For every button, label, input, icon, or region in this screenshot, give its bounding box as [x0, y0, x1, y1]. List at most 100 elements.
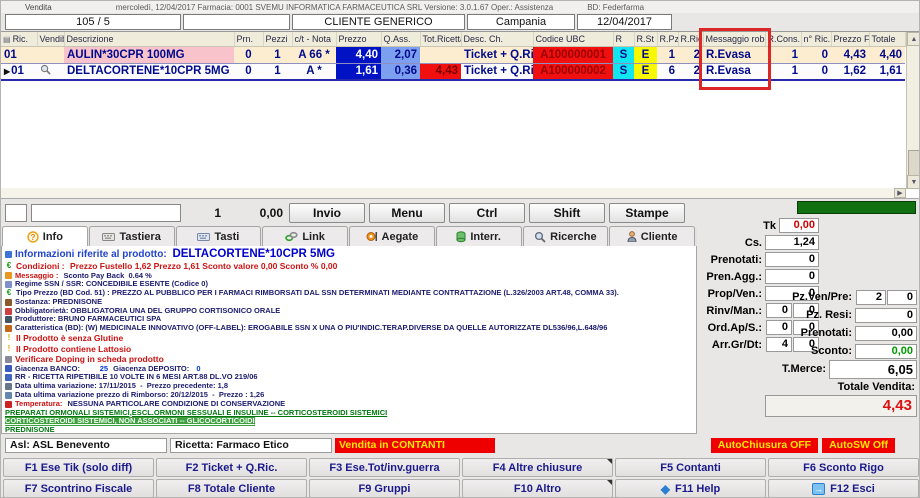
- f1-ese-tik-solo-diff-button[interactable]: F1 Ese Tik (solo diff): [3, 458, 154, 477]
- column-header-desc-ch[interactable]: Desc. Ch.: [461, 32, 533, 46]
- column-header-c-t-nota[interactable]: c/t - Nota: [292, 32, 336, 46]
- invio-button[interactable]: Invio: [289, 203, 365, 223]
- cell-vendibilit[interactable]: [37, 63, 64, 80]
- f11-help-button[interactable]: ◆F11 Help: [615, 479, 766, 498]
- cell-r[interactable]: S: [613, 46, 634, 63]
- f5-contanti-button[interactable]: F5 Contanti: [615, 458, 766, 477]
- cell-prezzo[interactable]: 1,61: [336, 63, 381, 80]
- column-header-prezzo-f[interactable]: Prezzo F.: [831, 32, 869, 46]
- f3-ese-tot-inv-guerra-button[interactable]: F3 Ese.Tot/inv.guerra: [309, 458, 460, 477]
- tab-interr[interactable]: Interr.: [436, 226, 522, 246]
- column-header-descrizione[interactable]: Descrizione: [64, 32, 234, 46]
- cell-prezzo-f[interactable]: 4,43: [831, 46, 869, 63]
- column-header-ric[interactable]: ▤Ric.: [1, 32, 37, 46]
- tab-aegate[interactable]: Aegate: [349, 226, 435, 246]
- cell-pezzi[interactable]: 1: [263, 46, 292, 63]
- cell-desc-ch[interactable]: Ticket + Q.Ric.: [461, 63, 533, 80]
- menu-button[interactable]: Menu: [369, 203, 445, 223]
- cell-messaggio-robot[interactable]: R.Evasa: [703, 63, 765, 80]
- cell-n-ric[interactable]: 0: [801, 46, 831, 63]
- cell-r-st[interactable]: E: [634, 63, 657, 80]
- f2-ticket-q-ric-button[interactable]: F2 Ticket + Q.Ric.: [156, 458, 307, 477]
- cell-r-rich[interactable]: 2: [678, 46, 703, 63]
- stampe-button[interactable]: Stampe: [609, 203, 685, 223]
- cell-totale[interactable]: 4,40: [869, 46, 905, 63]
- cell-prezzo[interactable]: 4,40: [336, 46, 381, 63]
- cell-codice-ubc[interactable]: A100000002: [533, 63, 613, 80]
- column-header-pezzi[interactable]: Pezzi: [263, 32, 292, 46]
- tab-cliente[interactable]: Cliente: [609, 226, 695, 246]
- cell-vendibilit[interactable]: [37, 46, 64, 63]
- cell-tot-ricetta[interactable]: [420, 46, 461, 63]
- column-header-codice-ubc[interactable]: Codice UBC: [533, 32, 613, 46]
- cell-r-cons[interactable]: 1: [765, 63, 801, 80]
- info-text[interactable]: PREPARATI ORMONALI SISTEMICI,ESCL.ORMONI…: [5, 409, 387, 418]
- cell-prn[interactable]: 0: [234, 46, 263, 63]
- tab-tasti[interactable]: Tasti: [176, 226, 262, 246]
- command-flag-box[interactable]: [5, 204, 27, 222]
- info-line[interactable]: PREPARATI ORMONALI SISTEMICI,ESCL.ORMONI…: [5, 409, 693, 418]
- info-text[interactable]: PREDNISONE: [5, 426, 55, 434]
- autosw-toggle[interactable]: AutoSW Off: [822, 438, 895, 453]
- cell-codice-ubc[interactable]: A100000001: [533, 46, 613, 63]
- column-header-tot-ricetta[interactable]: Tot.Ricetta: [420, 32, 461, 46]
- f4-altre-chiusure-button[interactable]: F4 Altre chiusure: [462, 458, 613, 477]
- column-header-prezzo[interactable]: Prezzo: [336, 32, 381, 46]
- column-header-r-pz[interactable]: R.Pz: [657, 32, 678, 46]
- table-row[interactable]: ▶01DELTACORTENE*10CPR 5MG01A *1,610,364,…: [1, 63, 905, 80]
- cell-r-st[interactable]: E: [634, 46, 657, 63]
- cell-ric[interactable]: 01: [1, 46, 37, 63]
- column-header-r-cons[interactable]: R.Cons.: [765, 32, 801, 46]
- command-input[interactable]: [31, 204, 181, 222]
- column-header-q-ass[interactable]: Q.Ass.: [381, 32, 420, 46]
- cell-r-pz[interactable]: 6: [657, 63, 678, 80]
- f6-sconto-rigo-button[interactable]: F6 Sconto Rigo: [768, 458, 919, 477]
- autochiusura-toggle[interactable]: AutoChiusura OFF: [711, 438, 818, 453]
- cell-tot-ricetta[interactable]: 4,43: [420, 63, 461, 80]
- cell-messaggio-robot[interactable]: R.Evasa: [703, 46, 765, 63]
- scrollbar-thumb[interactable]: [908, 150, 920, 176]
- column-header-messaggio-robot[interactable]: Messaggio robot: [703, 32, 765, 46]
- column-header-r[interactable]: R: [613, 32, 634, 46]
- magnifier-icon[interactable]: [40, 64, 51, 78]
- scroll-right-icon[interactable]: ▶: [894, 188, 906, 198]
- grid-horizontal-scrollbar[interactable]: ▶: [1, 188, 906, 198]
- asl-field[interactable]: Asl: ASL Benevento: [5, 438, 167, 453]
- info-line[interactable]: PREDNISONE: [5, 426, 693, 434]
- f10-altro-button[interactable]: F10 Altro: [462, 479, 613, 498]
- f12-esci-button[interactable]: →F12 Esci: [768, 479, 919, 498]
- f8-totale-cliente-button[interactable]: F8 Totale Cliente: [156, 479, 307, 498]
- grid-vertical-scrollbar[interactable]: ▲ ▼: [906, 32, 920, 189]
- cell-totale[interactable]: 1,61: [869, 63, 905, 80]
- column-header-r-rich[interactable]: R.Rich.: [678, 32, 703, 46]
- cell-n-ric[interactable]: 0: [801, 63, 831, 80]
- f7-scontrino-fiscale-button[interactable]: F7 Scontrino Fiscale: [3, 479, 154, 498]
- cell-r[interactable]: S: [613, 63, 634, 80]
- tab-ricerche[interactable]: Ricerche: [523, 226, 609, 246]
- cell-prezzo-f[interactable]: 1,62: [831, 63, 869, 80]
- cell-q-ass[interactable]: 2,07: [381, 46, 420, 63]
- cell-q-ass[interactable]: 0,36: [381, 63, 420, 80]
- table-row[interactable]: 01AULIN*30CPR 100MG01A 66 *4,402,07Ticke…: [1, 46, 905, 63]
- shift-button[interactable]: Shift: [529, 203, 605, 223]
- cell-c-t-nota[interactable]: A 66 *: [292, 46, 336, 63]
- f9-gruppi-button[interactable]: F9 Gruppi: [309, 479, 460, 498]
- column-header-vendibilit[interactable]: Vendibilità: [37, 32, 64, 46]
- tab-tastiera[interactable]: Tastiera: [89, 226, 175, 246]
- cell-c-t-nota[interactable]: A *: [292, 63, 336, 80]
- cell-r-rich[interactable]: 2: [678, 63, 703, 80]
- info-text[interactable]: CORTICOSTEROIDI SISTEMICI, NON ASSOCIATI…: [5, 417, 255, 426]
- column-header-n-ric[interactable]: n° Ric.: [801, 32, 831, 46]
- cell-prn[interactable]: 0: [234, 63, 263, 80]
- ctrl-button[interactable]: Ctrl: [449, 203, 525, 223]
- tab-info[interactable]: ?Info: [2, 226, 88, 246]
- cell-pezzi[interactable]: 1: [263, 63, 292, 80]
- column-header-totale[interactable]: Totale: [869, 32, 905, 46]
- cell-r-pz[interactable]: 1: [657, 46, 678, 63]
- column-header-r-st[interactable]: R.St: [634, 32, 657, 46]
- cell-descrizione[interactable]: AULIN*30CPR 100MG: [64, 46, 234, 63]
- scroll-down-icon[interactable]: ▼: [907, 175, 920, 189]
- cell-r-cons[interactable]: 1: [765, 46, 801, 63]
- ricetta-field[interactable]: Ricetta: Farmaco Etico: [170, 438, 332, 453]
- tab-link[interactable]: Link: [262, 226, 348, 246]
